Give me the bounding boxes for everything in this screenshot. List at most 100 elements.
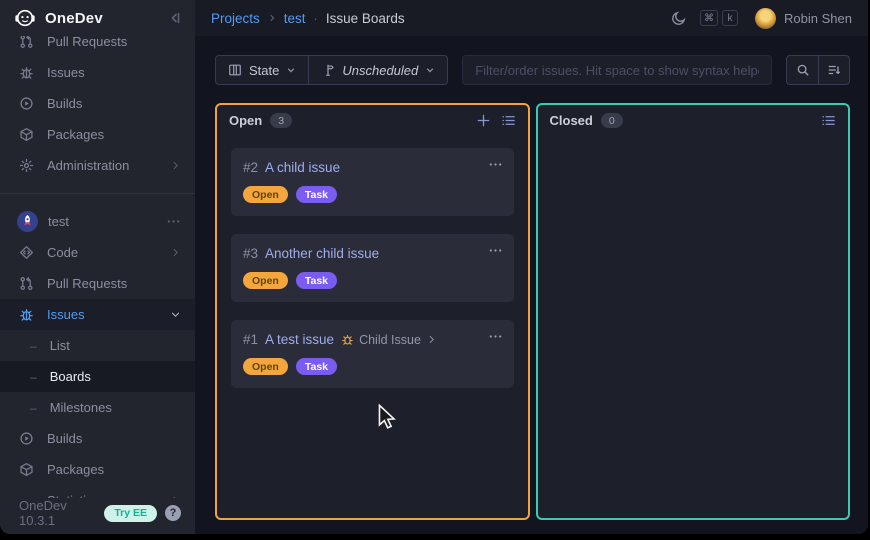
card-menu-icon[interactable] bbox=[488, 157, 503, 172]
package-icon bbox=[19, 127, 35, 142]
sidebar-item-pull-requests[interactable]: Pull Requests bbox=[0, 268, 195, 299]
issue-title[interactable]: Another child issue bbox=[265, 246, 379, 261]
sidebar-subitem-list[interactable]: List bbox=[0, 330, 195, 361]
card-badges: Open Task bbox=[243, 272, 502, 289]
issue-card[interactable]: #2A child issueOpenTask bbox=[231, 148, 514, 216]
column-header: Closed0 bbox=[538, 105, 849, 135]
sidebar-item-builds[interactable]: Builds bbox=[0, 88, 195, 119]
card-menu-icon[interactable] bbox=[488, 243, 503, 258]
add-card-icon[interactable] bbox=[476, 113, 491, 128]
sidebar-subitem-milestones[interactable]: Milestones bbox=[0, 392, 195, 423]
filter-input[interactable] bbox=[462, 55, 772, 85]
badge-task: Task bbox=[296, 186, 337, 203]
sidebar-item-statistics[interactable]: Statistics bbox=[0, 485, 195, 498]
user-menu[interactable]: Robin Shen bbox=[755, 8, 852, 29]
sidebar-subitem-label: List bbox=[50, 338, 70, 353]
board-columns-icon bbox=[228, 63, 242, 77]
try-ee-badge[interactable]: Try EE bbox=[104, 505, 157, 522]
sidebar-scroll-area[interactable]: Pull Requests Issues Builds Packages Adminis… bbox=[0, 36, 195, 498]
sidebar-subitem-boards[interactable]: Boards bbox=[0, 361, 195, 392]
onedev-logo-icon bbox=[14, 7, 36, 29]
sidebar-item-label: Issues bbox=[47, 307, 170, 322]
column-actions bbox=[821, 113, 836, 128]
sidebar-item-code[interactable]: Code bbox=[0, 237, 195, 268]
issue-board: Open3#2A child issueOpenTask#3Another ch… bbox=[215, 103, 850, 520]
column-count-badge: 3 bbox=[270, 113, 292, 128]
sidebar-item-issues[interactable]: Issues bbox=[0, 299, 195, 330]
breadcrumb-current-page: Issue Boards bbox=[326, 11, 405, 26]
breadcrumb-projects-link[interactable]: Projects bbox=[211, 11, 260, 26]
project-avatar bbox=[17, 211, 38, 232]
version-label: OneDev 10.3.1 bbox=[19, 498, 96, 528]
issue-title[interactable]: A child issue bbox=[265, 160, 340, 175]
gear-icon bbox=[19, 158, 35, 173]
card-title-row: #2 A child issue bbox=[243, 160, 502, 175]
project-name: test bbox=[48, 214, 166, 229]
badge-task: Task bbox=[296, 272, 337, 289]
brand-area: OneDev bbox=[0, 0, 195, 36]
card-title-row: #3Another child issue bbox=[243, 246, 502, 261]
card-menu-icon[interactable] bbox=[488, 329, 503, 344]
sort-order-icon[interactable] bbox=[818, 56, 849, 84]
sidebar-item-label: Pull Requests bbox=[47, 276, 181, 291]
column-body bbox=[538, 135, 849, 518]
help-icon[interactable]: ? bbox=[165, 505, 181, 521]
sidebar-item-label: Pull Requests bbox=[47, 36, 181, 49]
sidebar-subitem-label: Milestones bbox=[50, 400, 112, 415]
sidebar-item-packages[interactable]: Packages bbox=[0, 454, 195, 485]
issue-card[interactable]: #1A test issueChild IssueOpenTask bbox=[231, 320, 514, 388]
breadcrumb-chevron-icon bbox=[267, 13, 277, 23]
issue-number: #2 bbox=[243, 160, 258, 175]
sidebar-item-issues[interactable]: Issues bbox=[0, 57, 195, 88]
column-title: Closed bbox=[550, 113, 593, 128]
chev-right-icon bbox=[170, 160, 181, 171]
board-select-button[interactable]: State bbox=[216, 56, 308, 84]
dark-mode-toggle-icon[interactable] bbox=[671, 10, 687, 26]
board-column-open: Open3#2A child issueOpenTask#3Another ch… bbox=[215, 103, 530, 520]
play-circle-icon bbox=[19, 96, 35, 111]
column-header: Open3 bbox=[217, 105, 528, 135]
sidebar-item-label: Issues bbox=[47, 65, 181, 80]
child-issue-link[interactable]: Child Issue bbox=[341, 333, 437, 347]
board-select-label: State bbox=[249, 63, 279, 78]
column-menu-icon[interactable] bbox=[821, 113, 836, 128]
sidebar-item-packages[interactable]: Packages bbox=[0, 119, 195, 150]
child-issue-link-label: Child Issue bbox=[359, 333, 421, 347]
sidebar-subitem-label: Boards bbox=[50, 369, 91, 384]
sidebar-project-header[interactable]: test bbox=[0, 206, 195, 237]
chevron-down-icon bbox=[286, 65, 296, 75]
sidebar-item-label: Packages bbox=[47, 127, 181, 142]
issue-title[interactable]: A test issue bbox=[265, 332, 334, 347]
column-actions bbox=[476, 113, 516, 128]
iteration-select-button[interactable]: Unscheduled bbox=[308, 56, 447, 84]
badge-open: Open bbox=[243, 272, 288, 289]
issue-card[interactable]: #3Another child issue Open Task bbox=[231, 234, 514, 302]
badge-task: Task bbox=[296, 358, 337, 375]
code-icon bbox=[19, 245, 35, 260]
sidebar-collapse-icon[interactable] bbox=[167, 10, 183, 26]
card-badges: Open Task bbox=[243, 358, 502, 375]
project-menu-icon[interactable] bbox=[166, 214, 181, 229]
sidebar-item-builds[interactable]: Builds bbox=[0, 423, 195, 454]
column-body: #2A child issueOpenTask#3Another child i… bbox=[217, 135, 528, 518]
play-circle-icon bbox=[19, 431, 35, 446]
search-icon[interactable] bbox=[787, 56, 818, 84]
board-selectors: State Unscheduled bbox=[215, 55, 448, 85]
sidebar-item-pull-requests[interactable]: Pull Requests bbox=[0, 36, 195, 57]
sidebar-item-label: Builds bbox=[47, 96, 181, 111]
sidebar-item-administration[interactable]: Administration bbox=[0, 150, 195, 181]
bug-mini-icon bbox=[341, 333, 354, 346]
sidebar-item-label: Packages bbox=[47, 462, 181, 477]
top-bar: OneDev Projects test · Issue Boards bbox=[0, 0, 868, 36]
cmd-keycap: ⌘ bbox=[700, 10, 718, 26]
user-avatar[interactable] bbox=[755, 8, 776, 29]
column-menu-icon[interactable] bbox=[501, 113, 516, 128]
breadcrumb-project-link[interactable]: test bbox=[284, 11, 306, 26]
card-title-row: #1A test issueChild Issue bbox=[243, 332, 502, 347]
topbar-right: ⌘ k Robin Shen bbox=[671, 8, 852, 29]
package-icon bbox=[19, 462, 35, 477]
badge-open: Open bbox=[243, 358, 288, 375]
brand-name: OneDev bbox=[45, 10, 167, 27]
chev-down-icon bbox=[170, 309, 181, 320]
bug-icon bbox=[19, 65, 35, 80]
